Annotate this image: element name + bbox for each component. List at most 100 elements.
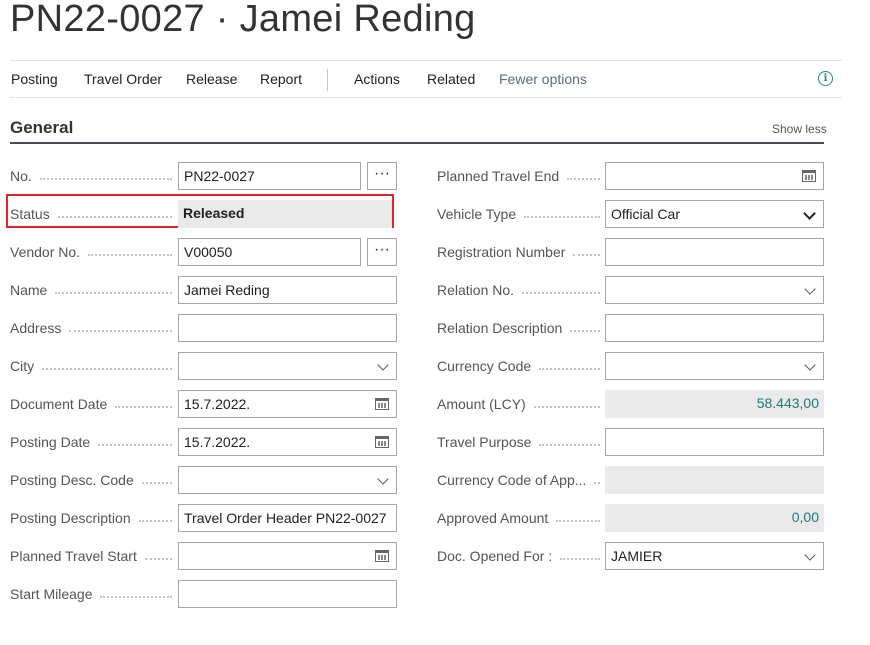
no-leader-dots [40,177,172,180]
doc-opened-for-value: JAMIER [611,548,663,564]
currency-code-of-app-field [605,466,824,494]
posting-date-value: 15.7.2022. [184,434,251,450]
vendor-no-value: V00050 [184,244,233,260]
chevron-down-icon[interactable] [377,473,389,485]
action-fewer-options[interactable]: Fewer options [499,71,587,87]
start-mileage-field[interactable] [178,580,397,608]
posting-date-field[interactable]: 15.7.2022. [178,428,397,456]
posting-desc-code-field[interactable] [178,466,397,494]
chevron-down-icon[interactable] [803,207,816,220]
relation-description-label: Relation Description [437,320,563,336]
ellipsis-icon[interactable]: ··· [367,238,397,266]
action-separator [327,69,328,91]
registration-number-field[interactable] [605,238,824,266]
relation-no-label: Relation No. [437,282,515,298]
posting-date-leader-dots [98,443,172,446]
action-report[interactable]: Report [260,71,302,87]
planned-travel-end-leader-dots [567,177,600,180]
posting-description-leader-dots [139,519,172,522]
calendar-icon[interactable] [802,170,816,182]
calendar-icon[interactable] [375,550,389,562]
amount-lcy-field[interactable]: 58.443,00 [605,390,824,418]
registration-number-leader-dots [573,253,600,256]
address-field[interactable] [178,314,397,342]
name-value: Jamei Reding [184,282,270,298]
show-less-link[interactable]: Show less [772,122,827,136]
registration-number-label: Registration Number [437,244,566,260]
approved-amount-label: Approved Amount [437,510,549,526]
relation-description-leader-dots [570,329,600,332]
vendor-no-field[interactable]: V00050 [178,238,361,266]
vehicle-type-field[interactable]: Official Car [605,200,824,228]
currency-code-of-app-leader-dots [594,481,600,484]
planned-travel-end-field[interactable] [605,162,824,190]
info-icon[interactable]: i [818,71,833,86]
no-field[interactable]: PN22-0027 [178,162,361,190]
action-related[interactable]: Related [427,71,475,87]
address-label: Address [10,320,62,336]
status-label: Status [10,206,50,222]
amount-lcy-leader-dots [534,405,600,408]
page-title: PN22-0027 · Jamei Reding [10,0,476,40]
no-label: No. [10,168,32,184]
planned-travel-start-field[interactable] [178,542,397,570]
document-date-label: Document Date [10,396,108,412]
name-leader-dots [55,291,172,294]
amount-lcy-value: 58.443,00 [756,395,819,411]
posting-description-label: Posting Description [10,510,131,526]
vehicle-type-label: Vehicle Type [437,206,517,222]
doc-opened-for-field[interactable]: JAMIER [605,542,824,570]
calendar-icon[interactable] [375,436,389,448]
city-field[interactable] [178,352,397,380]
currency-code-label: Currency Code [437,358,532,374]
vendor-no-leader-dots [88,253,172,256]
status-value: Released [183,205,245,221]
vehicle-type-leader-dots [524,215,600,218]
action-posting[interactable]: Posting [11,71,58,87]
approved-amount-leader-dots [556,519,600,522]
document-date-field[interactable]: 15.7.2022. [178,390,397,418]
chevron-down-icon[interactable] [804,549,816,561]
relation-no-leader-dots [522,291,600,294]
address-leader-dots [69,329,172,332]
city-label: City [10,358,35,374]
planned-travel-start-leader-dots [145,557,172,560]
name-field[interactable]: Jamei Reding [178,276,397,304]
section-underline [10,142,824,144]
chevron-down-icon[interactable] [804,359,816,371]
action-bar: Posting Travel Order Release Report Acti… [10,60,842,98]
start-mileage-label: Start Mileage [10,586,93,602]
relation-no-field[interactable] [605,276,824,304]
relation-description-field[interactable] [605,314,824,342]
calendar-icon[interactable] [375,398,389,410]
doc-opened-for-leader-dots [560,557,600,560]
document-date-leader-dots [115,405,172,408]
ellipsis-icon[interactable]: ··· [367,162,397,190]
chevron-down-icon[interactable] [804,283,816,295]
chevron-down-icon[interactable] [377,359,389,371]
travel-purpose-field[interactable] [605,428,824,456]
action-actions[interactable]: Actions [354,71,400,87]
approved-amount-value: 0,00 [791,509,819,525]
name-label: Name [10,282,48,298]
action-release[interactable]: Release [186,71,237,87]
vendor-no-label: Vendor No. [10,244,81,260]
planned-travel-end-label: Planned Travel End [437,168,560,184]
status-field: Released [178,200,392,228]
no-value: PN22-0027 [184,168,255,184]
posting-desc-code-leader-dots [142,481,172,484]
posting-description-field[interactable]: Travel Order Header PN22-0027 [178,504,397,532]
document-date-value: 15.7.2022. [184,396,251,412]
status-leader-dots [58,215,172,218]
approved-amount-field[interactable]: 0,00 [605,504,824,532]
section-title-general[interactable]: General [10,118,73,138]
vehicle-type-value: Official Car [611,206,680,222]
travel-purpose-leader-dots [539,443,600,446]
currency-code-of-app-label: Currency Code of App... [437,472,587,488]
action-travel-order[interactable]: Travel Order [84,71,162,87]
currency-code-field[interactable] [605,352,824,380]
posting-description-value: Travel Order Header PN22-0027 [184,510,387,526]
amount-lcy-label: Amount (LCY) [437,396,526,412]
posting-date-label: Posting Date [10,434,91,450]
city-leader-dots [42,367,172,370]
